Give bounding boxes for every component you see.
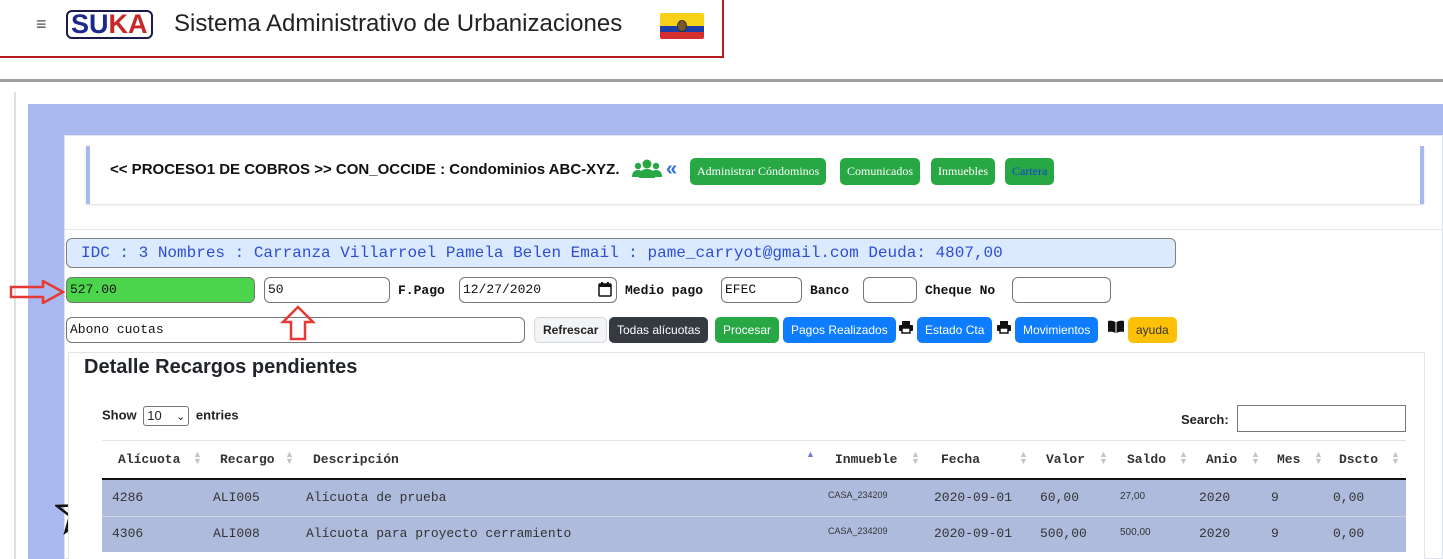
column-header-dscto[interactable]: Dscto (1339, 452, 1378, 467)
sort-icon[interactable]: ▲ ▼ (1099, 450, 1108, 466)
cell-alicuota: 4306 (112, 526, 144, 541)
cell-anio: 2020 (1199, 526, 1231, 541)
comunicados-button[interactable]: Comunicados (840, 158, 920, 185)
cell-saldo: 27,00 (1120, 491, 1146, 502)
cell-inmueble: CASA_234209 (828, 526, 888, 536)
sort-icon[interactable]: ▲ ▼ (1251, 450, 1260, 466)
app-title: Sistema Administrativo de Urbanizaciones (174, 10, 623, 37)
inmuebles-button[interactable]: Inmuebles (931, 158, 995, 185)
banco-input[interactable] (863, 277, 917, 303)
table-header-top-border (102, 440, 1406, 441)
procesar-button[interactable]: Procesar (715, 317, 780, 343)
sort-icon[interactable]: ▲ ▼ (911, 450, 920, 466)
cell-dscto: 0,00 (1333, 526, 1365, 541)
refrescar-button[interactable]: Refrescar (534, 317, 608, 343)
search-input[interactable] (1237, 405, 1406, 432)
section-divider (64, 229, 1443, 230)
pagos-realizados-button[interactable]: Pagos Realizados (783, 317, 896, 343)
sort-icon[interactable]: ▲ ▼ (1391, 450, 1400, 466)
fpago-label: F.Pago (398, 283, 445, 298)
banco-label: Banco (810, 283, 850, 298)
column-header-descripcion[interactable]: Descripción (313, 452, 399, 467)
sort-icon[interactable]: ▲ ▼ (193, 450, 202, 466)
client-info: IDC : 3 Nombres : Carranza Villarroel Pa… (66, 238, 1176, 268)
second-amount-input[interactable]: 50 (264, 277, 390, 303)
sort-icon[interactable]: ▲ ▼ (1314, 450, 1323, 466)
print-icon[interactable] (899, 320, 913, 339)
cell-anio: 2020 (1199, 490, 1231, 505)
cell-mes: 9 (1271, 490, 1279, 505)
cell-valor: 60,00 (1040, 490, 1080, 505)
column-header-saldo[interactable]: Saldo (1127, 452, 1166, 467)
cartera-button[interactable]: Cartera (1005, 158, 1055, 185)
process-title: << PROCESO1 DE COBROS >> CON_OCCIDE : Co… (110, 161, 620, 178)
cell-saldo: 500,00 (1120, 527, 1151, 538)
medio-pago-input[interactable]: EFEC (721, 277, 802, 303)
sort-icon[interactable]: ▲ ▼ (1019, 450, 1028, 466)
calendar-icon[interactable] (598, 282, 612, 302)
cell-recargo: ALI005 (213, 490, 260, 505)
search-label: Search: (1181, 412, 1229, 427)
ayuda-button[interactable]: ayuda (1128, 317, 1177, 343)
amount-input[interactable]: 527.00 (66, 277, 255, 303)
cell-recargo: ALI008 (213, 526, 260, 541)
left-edge-divider (14, 92, 16, 559)
book-icon[interactable] (1107, 320, 1125, 339)
sort-icon[interactable]: ▲ ▼ (1179, 450, 1188, 466)
ecuador-flag-icon (660, 13, 704, 39)
sort-asc-icon[interactable]: ▲ (806, 450, 815, 459)
cheque-input[interactable] (1012, 277, 1111, 303)
cell-valor: 500,00 (1040, 526, 1087, 541)
column-header-anio[interactable]: Anio (1206, 452, 1237, 467)
detail-title: Detalle Recargos pendientes (84, 356, 358, 378)
estado-cta-button[interactable]: Estado Cta (917, 317, 993, 343)
cell-fecha: 2020-09-01 (934, 526, 1013, 541)
entries-select[interactable]: 10 ⌄ (143, 406, 190, 426)
cell-mes: 9 (1271, 526, 1279, 541)
cell-dscto: 0,00 (1333, 490, 1365, 505)
hamburger-icon[interactable]: ≡ (36, 14, 47, 35)
users-icon[interactable] (632, 158, 662, 185)
red-arrow-up-icon (279, 305, 317, 346)
cheque-label: Cheque No (925, 283, 996, 298)
cell-alicuota: 4286 (112, 490, 144, 505)
print-icon[interactable] (997, 320, 1011, 339)
column-header-mes[interactable]: Mes (1277, 452, 1300, 467)
double-chevron-left-icon[interactable]: « (666, 159, 677, 179)
sort-icon[interactable]: ▲ ▼ (285, 450, 294, 466)
movimientos-button[interactable]: Movimientos (1015, 317, 1099, 343)
column-header-recargo[interactable]: Recargo (220, 452, 275, 467)
fpago-date-input[interactable]: 12/27/2020 (459, 277, 617, 303)
todas-alicuotas-button[interactable]: Todas alícuotas (609, 317, 709, 343)
entries-label: entries (195, 407, 239, 423)
length-control: Show 10 ⌄ entries (102, 406, 239, 426)
suka-logo: SUKA (66, 10, 153, 39)
column-header-fecha[interactable]: Fecha (941, 452, 980, 467)
cell-fecha: 2020-09-01 (934, 490, 1013, 505)
column-header-inmueble[interactable]: Inmueble (835, 452, 897, 467)
cell-descripcion: Alícuota para proyecto cerramiento (306, 526, 572, 541)
cell-descripcion: Alícuota de prueba (306, 490, 447, 505)
header-divider (0, 79, 1443, 82)
medio-pago-label: Medio pago (625, 283, 704, 298)
fpago-date-value: 12/27/2020 (463, 282, 542, 297)
entries-select-value: 10 (147, 408, 162, 423)
red-arrow-right-icon (9, 278, 66, 309)
show-label: Show (102, 407, 137, 423)
administrar-condominos-button[interactable]: Administrar Cóndominos (690, 158, 827, 185)
column-header-valor[interactable]: Valor (1046, 452, 1085, 467)
column-header-alicuota[interactable]: Alícuota (118, 452, 180, 467)
chevron-down-icon: ⌄ (176, 411, 186, 423)
cell-inmueble: CASA_234209 (828, 490, 888, 500)
